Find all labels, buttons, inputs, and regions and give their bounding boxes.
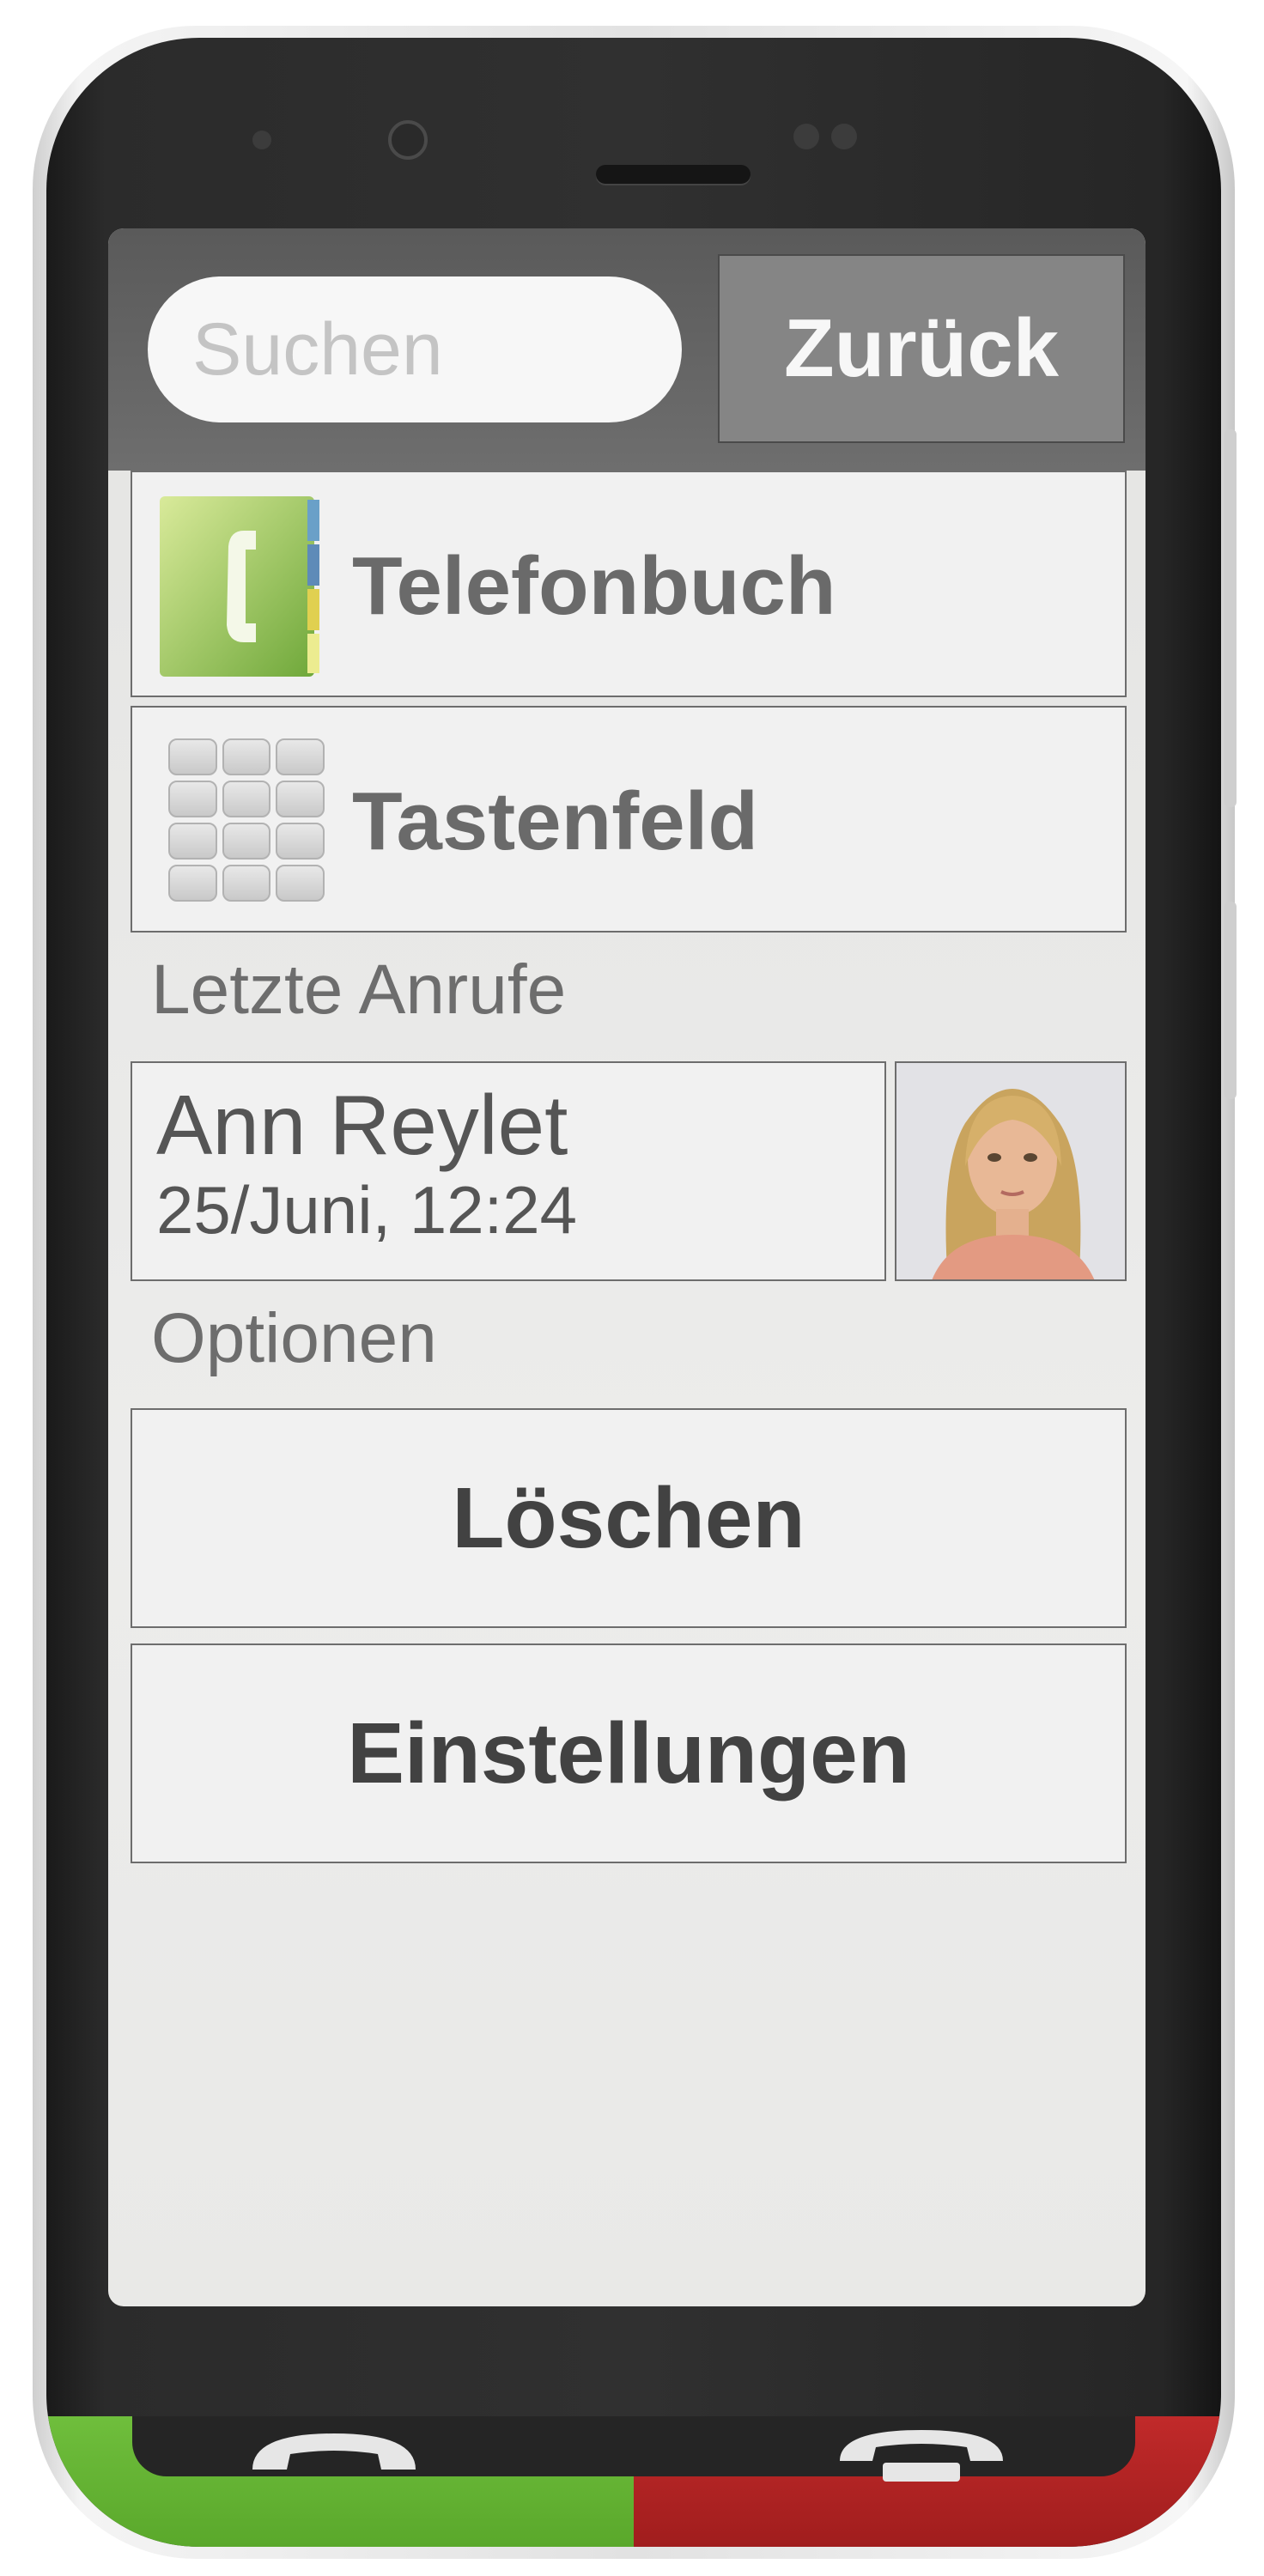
volume-button — [1224, 429, 1237, 807]
settings-button[interactable]: Einstellungen — [131, 1643, 1127, 1863]
back-button[interactable]: Zurück — [718, 254, 1125, 443]
power-button — [1224, 902, 1237, 1099]
caller-name: Ann Reylet — [156, 1078, 568, 1172]
phonebook-item[interactable]: Telefonbuch — [131, 471, 1127, 697]
delete-button[interactable]: Löschen — [131, 1408, 1127, 1628]
phonebook-icon — [160, 496, 319, 677]
delete-button-label: Löschen — [452, 1469, 805, 1566]
accept-call-icon[interactable] — [244, 2425, 424, 2485]
sensor-dot — [793, 124, 819, 149]
screen: Suchen Zurück Telefonbuch Tastenfeld Let… — [108, 228, 1146, 2306]
recent-call-entry[interactable]: Ann Reylet 25/Juni, 12:24 — [131, 1061, 886, 1281]
end-call-icon[interactable] — [831, 2425, 1012, 2485]
search-input[interactable]: Suchen — [148, 276, 682, 422]
contact-photo[interactable] — [895, 1061, 1127, 1281]
sensor-dot — [252, 131, 271, 149]
call-datetime: 25/Juni, 12:24 — [156, 1172, 578, 1248]
front-camera — [388, 120, 428, 160]
back-button-label: Zurück — [783, 302, 1060, 394]
keypad-icon — [168, 738, 325, 902]
phonebook-label: Telefonbuch — [352, 540, 836, 632]
sensor-dot — [831, 124, 857, 149]
settings-button-label: Einstellungen — [347, 1704, 910, 1801]
top-bar: Suchen Zurück — [108, 228, 1146, 471]
earpiece-speaker — [596, 165, 750, 184]
recent-calls-heading: Letzte Anrufe — [151, 951, 567, 1029]
options-heading: Optionen — [151, 1299, 437, 1377]
keypad-item[interactable]: Tastenfeld — [131, 706, 1127, 933]
keypad-label: Tastenfeld — [352, 775, 758, 867]
contact-portrait — [896, 1063, 1125, 1279]
search-placeholder: Suchen — [192, 307, 443, 391]
